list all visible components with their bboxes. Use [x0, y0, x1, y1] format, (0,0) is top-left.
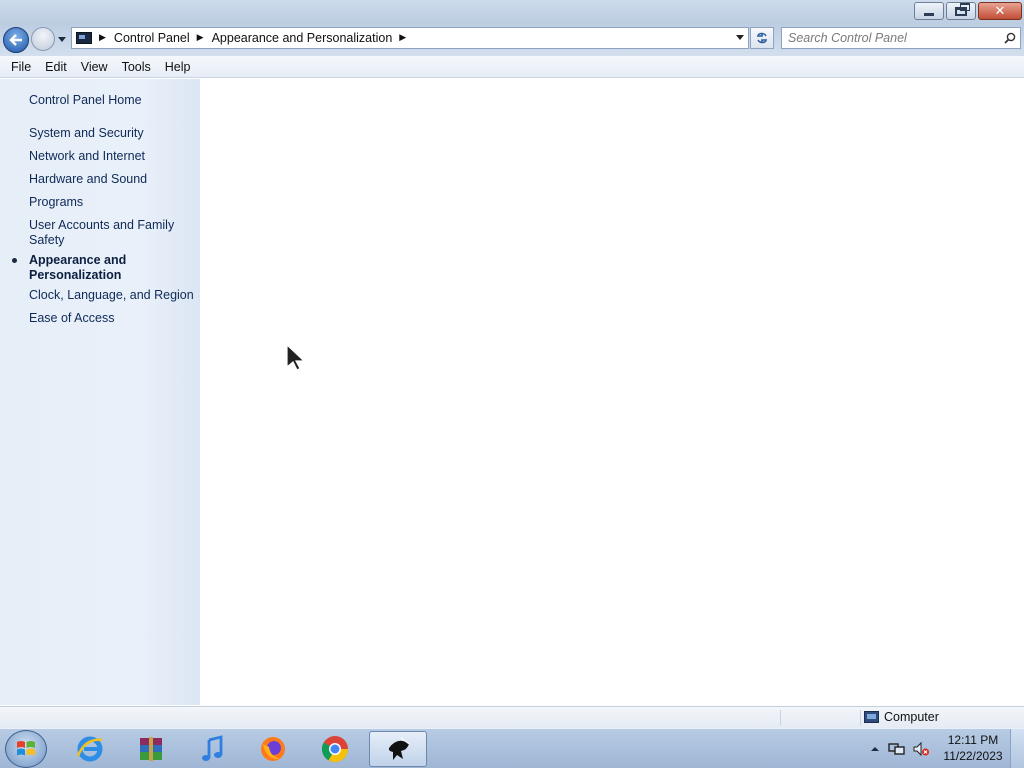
- menu-file[interactable]: File: [4, 58, 38, 76]
- recent-pages-dropdown-icon[interactable]: [57, 34, 67, 44]
- status-divider: [780, 710, 781, 725]
- chrome-icon: [321, 736, 349, 763]
- forward-button[interactable]: [31, 27, 55, 51]
- breadcrumb-control-panel[interactable]: Control Panel: [114, 31, 190, 45]
- taskbar: 12:11 PM 11/22/2023: [0, 728, 1024, 768]
- status-divider: [860, 710, 861, 725]
- address-dropdown-icon[interactable]: [736, 35, 744, 40]
- inkscape-icon: [388, 737, 410, 760]
- sidebar-item-network-internet[interactable]: Network and Internet: [29, 149, 194, 164]
- close-icon: ✕: [994, 3, 1006, 19]
- active-bullet-icon: [12, 258, 17, 263]
- content-area: [200, 79, 1024, 705]
- show-desktop-button[interactable]: [1010, 729, 1024, 768]
- windows-logo-icon: [17, 741, 35, 756]
- sidebar-item-clock-language[interactable]: Clock, Language, and Region: [29, 288, 194, 303]
- menu-bar: File Edit View Tools Help: [0, 56, 1024, 78]
- minimize-button[interactable]: [914, 2, 944, 20]
- status-location: Computer: [864, 710, 939, 724]
- sidebar-item-appearance[interactable]: Appearance and Personalization: [29, 253, 149, 283]
- navigation-bar: ▶ Control Panel ▶ Appearance and Persona…: [0, 24, 1024, 56]
- back-button[interactable]: [3, 27, 29, 53]
- mouse-cursor-icon: [286, 343, 306, 371]
- network-icon[interactable]: [888, 741, 906, 757]
- sidebar-item-programs[interactable]: Programs: [29, 195, 194, 210]
- search-icon[interactable]: [1004, 32, 1016, 44]
- sidebar-item-system-security[interactable]: System and Security: [29, 126, 194, 141]
- taskbar-internet-explorer[interactable]: [61, 731, 119, 767]
- itunes-icon: [202, 735, 223, 761]
- minimize-icon: [924, 12, 934, 16]
- start-button[interactable]: [5, 730, 47, 768]
- sidebar-item-hardware-sound[interactable]: Hardware and Sound: [29, 172, 194, 187]
- restore-button[interactable]: [946, 2, 976, 20]
- refresh-icon: [757, 32, 767, 44]
- breadcrumb-separator-icon[interactable]: ▶: [197, 33, 204, 43]
- search-input[interactable]: [788, 30, 998, 46]
- status-bar: Computer: [0, 706, 1024, 728]
- clock-date: 11/22/2023: [943, 749, 1003, 763]
- internet-explorer-icon: [76, 736, 103, 762]
- sidebar-item-user-accounts[interactable]: User Accounts and Family Safety: [29, 218, 179, 248]
- title-bar: ✕: [0, 0, 1024, 24]
- breadcrumb-separator-icon[interactable]: ▶: [399, 33, 406, 43]
- computer-icon: [864, 711, 879, 723]
- restore-icon: [955, 2, 970, 16]
- show-hidden-icons-icon[interactable]: [870, 744, 880, 754]
- menu-tools[interactable]: Tools: [115, 58, 158, 76]
- refresh-button[interactable]: [750, 27, 774, 49]
- taskbar-inkscape[interactable]: [369, 731, 427, 767]
- taskbar-winrar[interactable]: [122, 731, 180, 767]
- navigation-pane: Control Panel Home System and Security N…: [0, 79, 200, 705]
- sidebar-item-ease-of-access[interactable]: Ease of Access: [29, 311, 194, 326]
- firefox-icon: [261, 737, 285, 761]
- clock-time: 12:11 PM: [947, 733, 999, 747]
- winrar-icon: [140, 737, 162, 761]
- sidebar-item-control-panel-home[interactable]: Control Panel Home: [29, 93, 194, 108]
- breadcrumb-separator-icon[interactable]: ▶: [99, 33, 106, 43]
- menu-edit[interactable]: Edit: [38, 58, 74, 76]
- taskbar-firefox[interactable]: [244, 731, 302, 767]
- status-location-label: Computer: [884, 710, 939, 724]
- window-controls: ✕: [914, 2, 1022, 20]
- address-bar[interactable]: ▶ Control Panel ▶ Appearance and Persona…: [71, 27, 749, 49]
- menu-view[interactable]: View: [74, 58, 115, 76]
- system-tray: [862, 729, 930, 768]
- taskbar-itunes[interactable]: [183, 731, 241, 767]
- control-panel-icon: [76, 32, 92, 44]
- search-box: [781, 27, 1021, 49]
- taskbar-chrome[interactable]: [306, 731, 364, 767]
- clock[interactable]: 12:11 PM 11/22/2023: [940, 732, 1006, 764]
- close-button[interactable]: ✕: [978, 2, 1022, 20]
- breadcrumb-appearance[interactable]: Appearance and Personalization: [212, 31, 393, 45]
- volume-muted-icon[interactable]: [912, 741, 930, 757]
- menu-help[interactable]: Help: [158, 58, 198, 76]
- back-arrow-icon: [9, 34, 22, 46]
